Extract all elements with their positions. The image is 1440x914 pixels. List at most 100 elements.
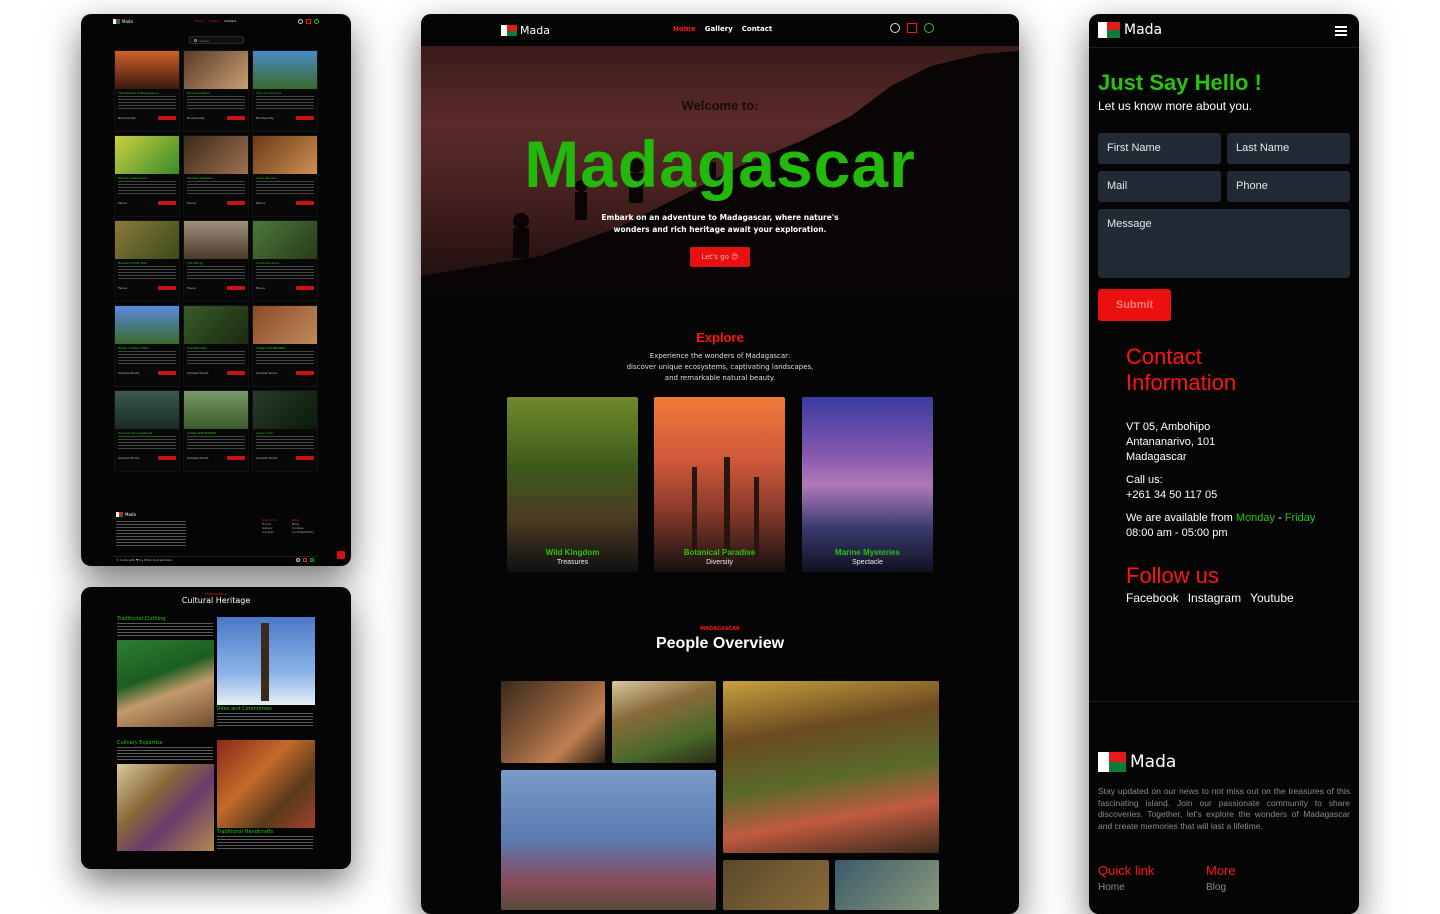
instagram-link[interactable]: Instagram — [1188, 591, 1241, 605]
gallery-card-tag: Fauna — [256, 286, 265, 290]
hamburger-menu-icon[interactable] — [1335, 26, 1347, 36]
gallery-card-title: Discover the rainforest — [118, 431, 153, 435]
footer-logo-text: Mada — [125, 512, 136, 517]
whatsapp-icon[interactable] — [310, 558, 314, 562]
people-title: People Overview — [655, 635, 785, 652]
youtube-icon[interactable] — [306, 18, 311, 24]
last-name-field[interactable]: Last Name — [1227, 133, 1350, 164]
facebook-icon[interactable] — [298, 18, 303, 24]
explore-card-sub: Treasures — [556, 559, 589, 566]
youtube-icon[interactable] — [303, 558, 307, 562]
learn-more-button[interactable] — [296, 286, 314, 290]
whatsapp-icon[interactable] — [314, 18, 319, 24]
learn-more-button[interactable] — [296, 201, 314, 205]
learn-more-button[interactable] — [158, 286, 176, 290]
whatsapp-icon[interactable] — [924, 23, 934, 33]
gallery-nav-gallery[interactable]: Gallery — [209, 19, 220, 23]
footer-link-contact[interactable]: Contact — [262, 530, 277, 534]
learn-more-button[interactable] — [158, 371, 176, 375]
learn-more-button[interactable] — [158, 201, 176, 205]
gallery-card[interactable]: The Tsingy Fauna — [183, 220, 249, 302]
gallery-card-tag: Biodiversity — [187, 116, 205, 120]
gallery-card-image — [184, 51, 248, 89]
contact-footer-link-blog[interactable]: Blog — [1206, 882, 1226, 893]
learn-more-button[interactable] — [227, 371, 245, 375]
culture-title: Cultural Heritage — [181, 596, 251, 605]
contact-footer-link-home[interactable]: Home — [1098, 882, 1125, 893]
explore-card-wild[interactable]: Wild Kingdom Treasures — [507, 397, 638, 572]
gallery-card-description — [118, 266, 176, 280]
message-field[interactable]: Message — [1098, 209, 1350, 278]
home-nav-gallery[interactable]: Gallery — [705, 25, 733, 33]
gallery-card[interactable]: Crowned Lemur Fauna — [252, 220, 318, 302]
gallery-card-image — [253, 136, 317, 174]
address-line: VT 05, Ambohipo — [1126, 421, 1211, 433]
gallery-card[interactable]: Faces Sakalava Biodiversity — [183, 50, 249, 132]
learn-more-button[interactable] — [227, 201, 245, 205]
first-name-field[interactable]: First Name — [1098, 133, 1221, 164]
gallery-card-tag: Fauna — [187, 201, 196, 205]
youtube-link[interactable]: Youtube — [1250, 591, 1294, 605]
gallery-card[interactable]: Lemur Indri Sample Works — [252, 390, 318, 472]
gallery-nav-home[interactable]: Home — [195, 19, 204, 23]
learn-more-button[interactable] — [158, 116, 176, 120]
gallery-card-title: Panther Chameleon — [118, 176, 148, 180]
contact-logo[interactable]: Mada — [1098, 22, 1162, 38]
gallery-card-tag: Fauna — [187, 286, 196, 290]
phone-number[interactable]: +261 34 50 117 05 — [1126, 488, 1217, 503]
gallery-card[interactable]: Village ZAFIMANIRY Sample Works — [252, 305, 318, 387]
learn-more-button[interactable] — [296, 456, 314, 460]
learn-more-button[interactable] — [227, 286, 245, 290]
facebook-link[interactable]: Facebook — [1126, 591, 1179, 605]
home-logo[interactable]: Mada — [501, 24, 550, 37]
gallery-card[interactable]: Panther Chameleon Fauna — [114, 135, 180, 217]
lets-go-button[interactable]: Let's go 😊 — [690, 247, 750, 267]
gallery-nav-contact[interactable]: Contact — [224, 19, 236, 23]
learn-more-button[interactable] — [227, 456, 245, 460]
gallery-card-title: Local dancers — [256, 176, 277, 180]
learn-more-button[interactable] — [296, 116, 314, 120]
gallery-card[interactable]: Baobab Forest Trail Fauna — [114, 220, 180, 302]
learn-more-button[interactable] — [296, 371, 314, 375]
madagascar-flag-icon — [501, 25, 517, 36]
gallery-card[interactable]: Women Sakalava Fauna — [183, 135, 249, 217]
people-photo-bottom-2 — [835, 860, 939, 910]
facebook-icon[interactable] — [296, 558, 300, 562]
gallery-card[interactable]: The Baobabs Sample Works — [183, 305, 249, 387]
gallery-card-description — [187, 266, 245, 280]
home-nav-home[interactable]: Home — [673, 25, 696, 33]
scroll-top-button[interactable] — [337, 551, 345, 559]
gallery-card[interactable]: The rice terraces Biodiversity — [252, 50, 318, 132]
gallery-card-title: Village ZAFIMANIRY — [187, 431, 217, 435]
learn-more-button[interactable] — [158, 456, 176, 460]
gallery-card-image — [184, 306, 248, 344]
gallery-card-title: The rice terraces — [256, 91, 282, 95]
gallery-card[interactable]: The Baobab of Madagascar Biodiversity — [114, 50, 180, 132]
explore-text: discover unique ecosystems, captivating … — [626, 363, 814, 371]
address-line: Antananarivo, 101 — [1126, 436, 1216, 448]
footer-link-confidentiality[interactable]: Confidentiality — [292, 530, 314, 534]
facebook-icon[interactable] — [890, 23, 900, 33]
explore-card-botanical[interactable]: Botanical Paradise Diversity — [654, 397, 785, 572]
home-nav-contact[interactable]: Contact — [742, 25, 773, 33]
gallery-navbar: Mada Home Gallery Contact — [81, 14, 351, 28]
contact-subheading: Let us know more about you. — [1098, 99, 1253, 113]
phone-field[interactable]: Phone — [1227, 171, 1350, 202]
gallery-card[interactable]: Beach of Nosy Mitsio Sample Works — [114, 305, 180, 387]
explore-card-marine[interactable]: Marine Mysteries Spectacle — [802, 397, 933, 572]
gallery-card[interactable]: Village ZAFIMANIRY Sample Works — [183, 390, 249, 472]
gallery-card-description — [256, 181, 314, 195]
gallery-card-description — [118, 181, 176, 195]
gallery-logo[interactable]: Mada — [113, 18, 133, 24]
culture-photo-rites — [217, 617, 315, 705]
mail-field[interactable]: Mail — [1098, 171, 1221, 202]
gallery-card-image — [115, 391, 179, 429]
youtube-icon[interactable] — [907, 23, 917, 33]
gallery-card[interactable]: Discover the rainforest Sample Works — [114, 390, 180, 472]
gallery-card[interactable]: Local dancers Fauna — [252, 135, 318, 217]
submit-button[interactable]: Submit — [1098, 289, 1171, 321]
section-description — [217, 836, 313, 850]
culture-section-title: Traditional Clothing — [117, 616, 166, 622]
learn-more-button[interactable] — [227, 116, 245, 120]
gallery-search-input[interactable]: Search — [189, 36, 244, 44]
